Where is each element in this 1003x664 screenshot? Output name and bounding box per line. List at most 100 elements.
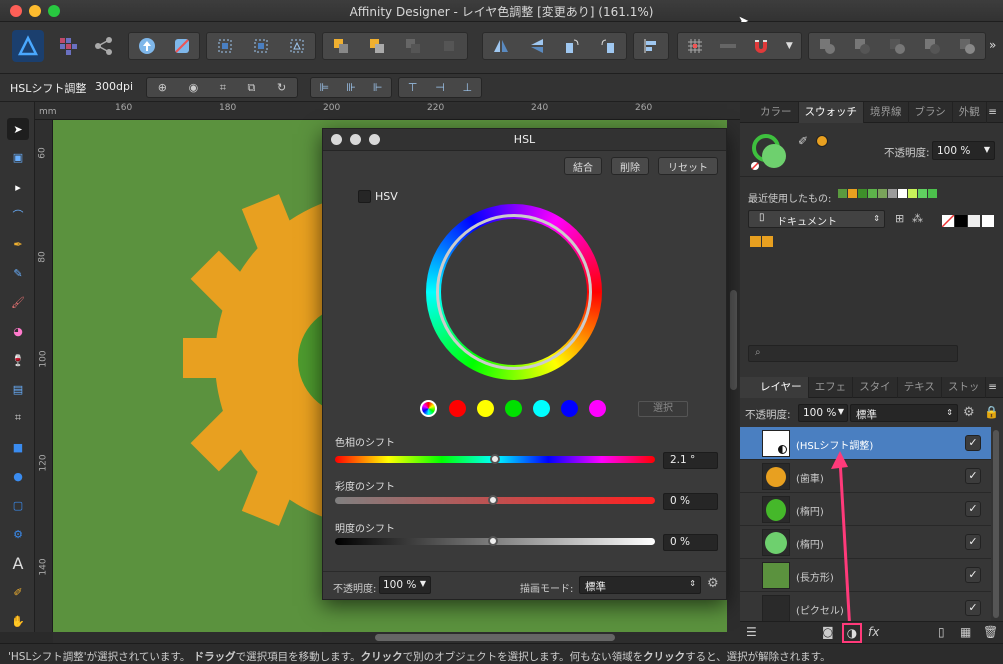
add-swatch-icon[interactable]: ⊞ [895, 212, 904, 225]
tab-text-styles[interactable]: テキス [898, 376, 942, 398]
layer-blend-select[interactable]: 標準 ⇕ [850, 404, 958, 422]
tab-color[interactable]: カラー [740, 101, 799, 123]
corner-tool-icon[interactable]: ⌒ [7, 204, 29, 226]
white-swatch[interactable] [982, 215, 994, 227]
gear-icon[interactable]: ⚙ [963, 405, 975, 420]
cyan-color-dot[interactable] [533, 400, 550, 417]
align-middle-ctx-icon[interactable]: ⊣ [435, 81, 445, 94]
hand-tool-icon[interactable]: ✋ [7, 610, 29, 632]
recent-color-swatch[interactable] [928, 189, 937, 198]
upload-icon[interactable] [136, 36, 158, 56]
move-to-back-icon[interactable] [330, 36, 352, 56]
document-color-swatch[interactable] [750, 236, 761, 247]
hue-color-wheel[interactable] [426, 204, 602, 380]
merge-button[interactable]: 結合 [564, 157, 602, 175]
saturation-slider-knob[interactable] [488, 495, 498, 505]
tab-swatches[interactable]: スウォッチ [798, 101, 864, 123]
recent-color-swatch[interactable] [838, 189, 847, 198]
rotate-cw-icon[interactable]: ↻ [277, 81, 286, 94]
select-button[interactable]: 選択 [638, 401, 688, 417]
hue-shift-value[interactable]: 2.1 ° [663, 452, 718, 469]
eye-icon[interactable]: ◉ [189, 81, 199, 94]
palette-select[interactable]: ▯ ドキュメント ⇕ [748, 210, 885, 228]
lightness-shift-slider[interactable] [335, 536, 655, 546]
rotate-right-icon[interactable] [597, 36, 619, 56]
saturation-shift-value[interactable]: 0 % [663, 493, 718, 510]
snap-bar-icon[interactable] [717, 36, 739, 56]
yellow-color-dot[interactable] [477, 400, 494, 417]
layer-row[interactable]: (楕円) ✓ [740, 493, 991, 526]
vertical-scrollbar[interactable] [727, 120, 740, 632]
move-to-front-icon[interactable] [438, 36, 460, 56]
place-image-tool-icon[interactable]: ▤ [7, 378, 29, 400]
hsl-dialog-titlebar[interactable]: HSL [323, 129, 726, 151]
subtract-icon[interactable] [851, 36, 873, 56]
layer-visibility-checkbox[interactable]: ✓ [965, 534, 981, 550]
eyedropper-tool-icon[interactable]: ✐ [7, 581, 29, 603]
grid-crosshair-icon[interactable]: ⌗ [220, 81, 226, 95]
layer-visibility-checkbox[interactable]: ✓ [965, 600, 981, 616]
add-icon[interactable] [816, 36, 838, 56]
panel-menu-icon[interactable]: ≡ [988, 381, 1003, 393]
transparency-tool-icon[interactable]: 🍷 [7, 349, 29, 371]
magenta-color-dot[interactable] [589, 400, 606, 417]
horizontal-scrollbar[interactable] [53, 632, 740, 643]
tab-effects[interactable]: エフェ [809, 376, 854, 398]
designer-persona-icon[interactable] [12, 30, 44, 62]
tab-stroke[interactable]: 境界線 [864, 101, 909, 123]
divide-icon[interactable] [956, 36, 978, 56]
select-inverse-icon[interactable] [250, 36, 272, 56]
tab-styles[interactable]: スタイ [853, 376, 898, 398]
layer-visibility-checkbox[interactable]: ✓ [965, 501, 981, 517]
gear-icon[interactable]: ⚙ [707, 576, 719, 591]
recent-color-swatch[interactable] [918, 189, 927, 198]
layers-scrollbar[interactable] [993, 430, 999, 618]
blend-mode-select[interactable]: 標準 ⇕ [579, 576, 701, 594]
red-color-dot[interactable] [449, 400, 466, 417]
cog-tool-icon[interactable]: ⚙ [7, 523, 29, 545]
recent-color-swatch[interactable] [878, 189, 887, 198]
recent-color-swatch[interactable] [858, 189, 867, 198]
trash-icon[interactable]: 🗑 [983, 625, 998, 639]
recent-color-swatch[interactable] [888, 189, 897, 198]
lock-icon[interactable]: 🔒 [984, 405, 999, 419]
layer-row[interactable]: (ピクセル) ✓ [740, 592, 991, 621]
share-icon[interactable] [93, 36, 115, 56]
swatch-search-input[interactable]: ⌕ [748, 345, 958, 362]
document-color-swatch[interactable] [762, 236, 773, 247]
fill-stroke-selector[interactable] [750, 132, 790, 172]
align-top-ctx-icon[interactable]: ⊤ [408, 81, 418, 94]
layer-visibility-checkbox[interactable]: ✓ [965, 435, 981, 451]
sampled-color-swatch[interactable] [816, 135, 828, 147]
xor-icon[interactable] [921, 36, 943, 56]
brush-tool-icon[interactable]: 🖌 [7, 291, 29, 313]
blue-color-dot[interactable] [561, 400, 578, 417]
tab-appearance[interactable]: 外観 [953, 101, 987, 123]
crosshair-icon[interactable]: ⊕ [158, 81, 167, 94]
align-bottom-ctx-icon[interactable]: ⊥ [463, 81, 473, 94]
recent-color-swatch[interactable] [848, 189, 857, 198]
align-left-icon[interactable] [640, 36, 662, 56]
move-back-icon[interactable] [366, 36, 388, 56]
fx-button[interactable]: fx [868, 625, 879, 639]
hue-slider-knob[interactable] [489, 454, 500, 464]
swatch-options-icon[interactable]: ⁂ [912, 212, 923, 225]
align-center-ctx-icon[interactable]: ⊪ [346, 81, 356, 94]
pixel-persona-icon[interactable] [58, 36, 78, 56]
tab-stock[interactable]: ストッ [942, 376, 987, 398]
align-left-ctx-icon[interactable]: ⊫ [320, 81, 330, 94]
green-color-dot[interactable] [505, 400, 522, 417]
saturation-shift-slider[interactable] [335, 495, 655, 505]
flip-horizontal-icon[interactable] [490, 36, 512, 56]
text-tool-icon[interactable]: A [7, 552, 29, 574]
no-sync-icon[interactable] [171, 36, 193, 56]
recent-color-swatch[interactable] [868, 189, 877, 198]
opacity-select[interactable]: 100 % ▼ [379, 576, 431, 594]
swatch-opacity-select[interactable]: 100 % ▼ [932, 141, 995, 160]
hsv-checkbox[interactable] [358, 190, 371, 203]
layer-row[interactable]: (歯車) ✓ [740, 460, 991, 493]
recent-color-swatch[interactable] [898, 189, 907, 198]
layer-visibility-checkbox[interactable]: ✓ [965, 567, 981, 583]
mask-icon[interactable]: ◙ [822, 625, 834, 639]
rotate-left-icon[interactable] [561, 36, 583, 56]
